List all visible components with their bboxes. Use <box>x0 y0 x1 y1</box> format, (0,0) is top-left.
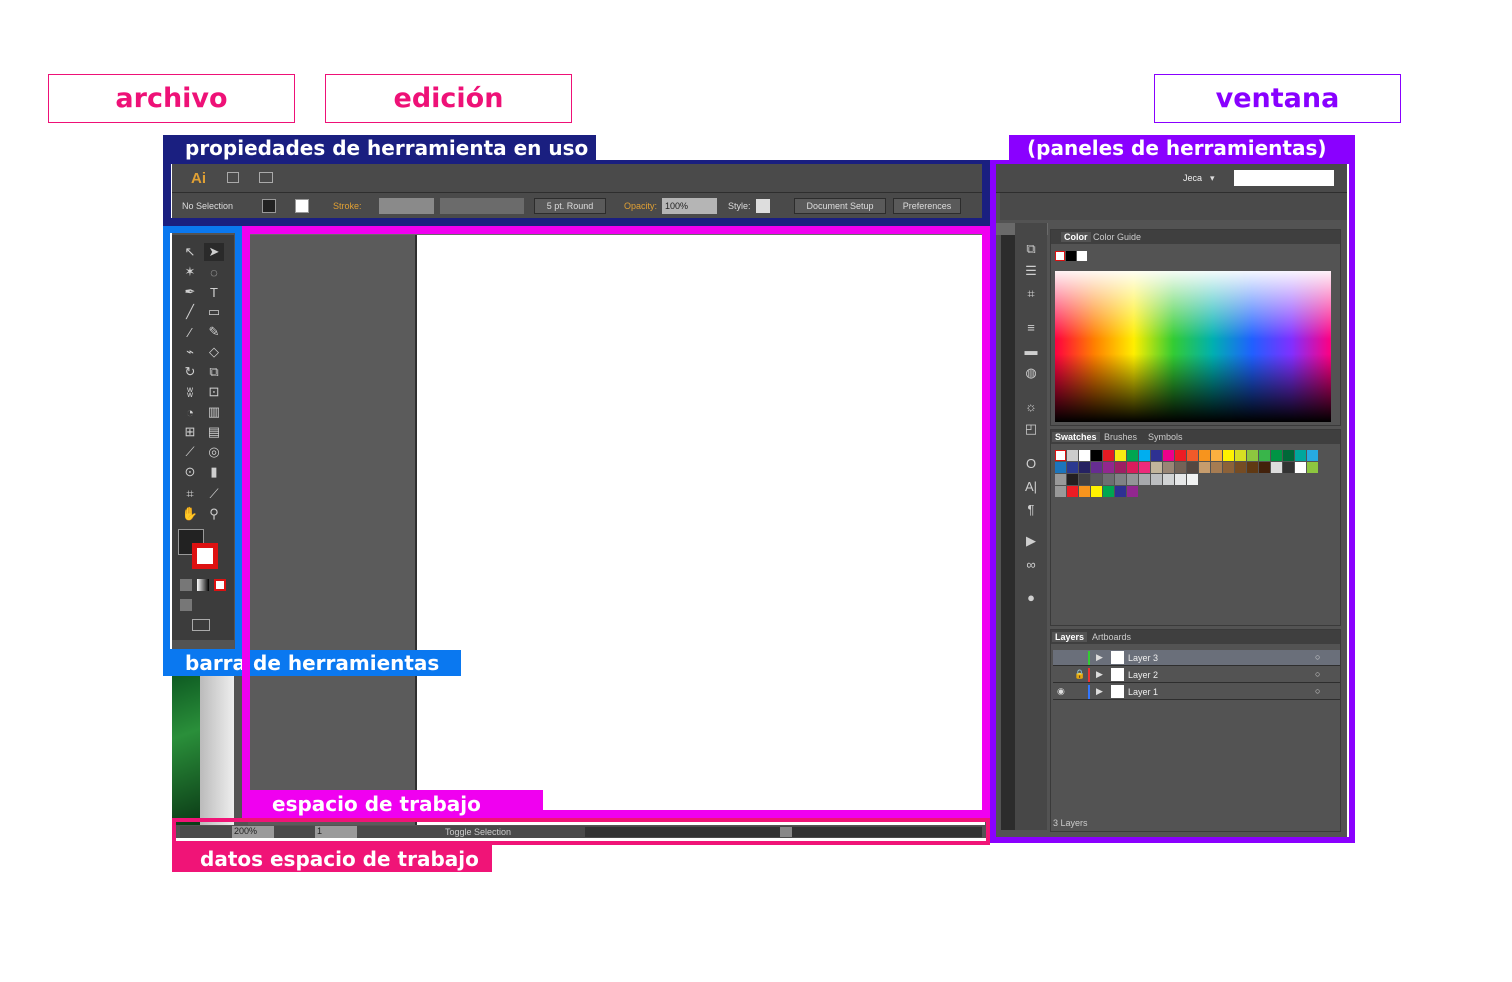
toolbar-highlight <box>163 226 242 656</box>
menu-archivo[interactable]: archivo <box>48 74 295 123</box>
panels-label: (paneles de herramientas) <box>1009 135 1355 161</box>
desktop-background-gray <box>200 675 234 825</box>
menu-edicion[interactable]: edición <box>325 74 572 123</box>
workspace-label: espacio de trabajo <box>250 790 543 818</box>
desktop-background <box>172 675 200 825</box>
workspace-data-label: datos espacio de trabajo <box>172 845 492 872</box>
properties-highlight <box>163 160 990 226</box>
panels-highlight <box>990 160 1355 843</box>
workspace-data-highlight <box>172 818 990 845</box>
properties-label: propiedades de herramienta en uso <box>163 135 596 161</box>
workspace-highlight <box>242 226 990 818</box>
menu-ventana[interactable]: ventana <box>1154 74 1401 123</box>
